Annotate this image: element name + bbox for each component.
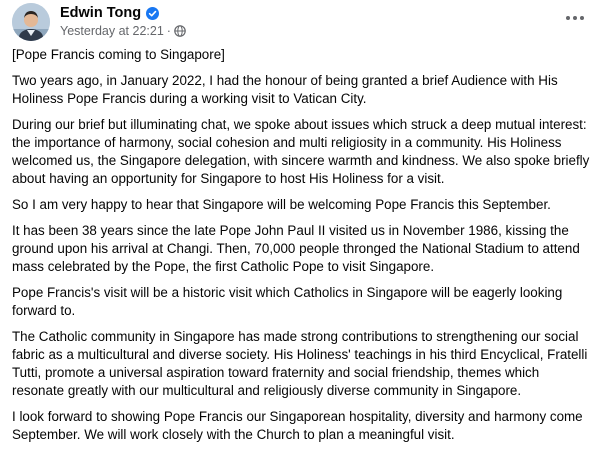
avatar-photo [12,3,50,41]
post-text: [Pope Francis coming to Singapore] Two y… [12,46,594,452]
globe-icon[interactable] [174,25,186,37]
meta-separator: · [166,24,171,38]
post-paragraph: The Catholic community in Singapore has … [12,329,588,398]
post-paragraph: It has been 38 years since the late Pope… [12,223,580,274]
post-paragraph: So I am very happy to hear that Singapor… [12,197,551,212]
post-timestamp[interactable]: Yesterday at 22:21 [60,24,164,38]
facebook-post: Edwin Tong Yesterday at 22:21 · [Pope Fr… [0,0,600,442]
post-paragraph: Pope Francis's visit will be a historic … [12,285,563,318]
author-row: Edwin Tong [60,4,160,22]
more-options-icon[interactable] [564,11,586,25]
verified-badge-icon [146,6,160,20]
post-paragraph: [Pope Francis coming to Singapore] [12,47,225,62]
avatar[interactable] [12,3,50,41]
post-meta: Yesterday at 22:21 · [60,23,186,39]
post-paragraph: Two years ago, in January 2022, I had th… [12,73,558,106]
post-header: Edwin Tong Yesterday at 22:21 · [12,2,588,42]
post-paragraph: During our brief but illuminating chat, … [12,117,590,186]
author-name[interactable]: Edwin Tong [60,5,141,21]
